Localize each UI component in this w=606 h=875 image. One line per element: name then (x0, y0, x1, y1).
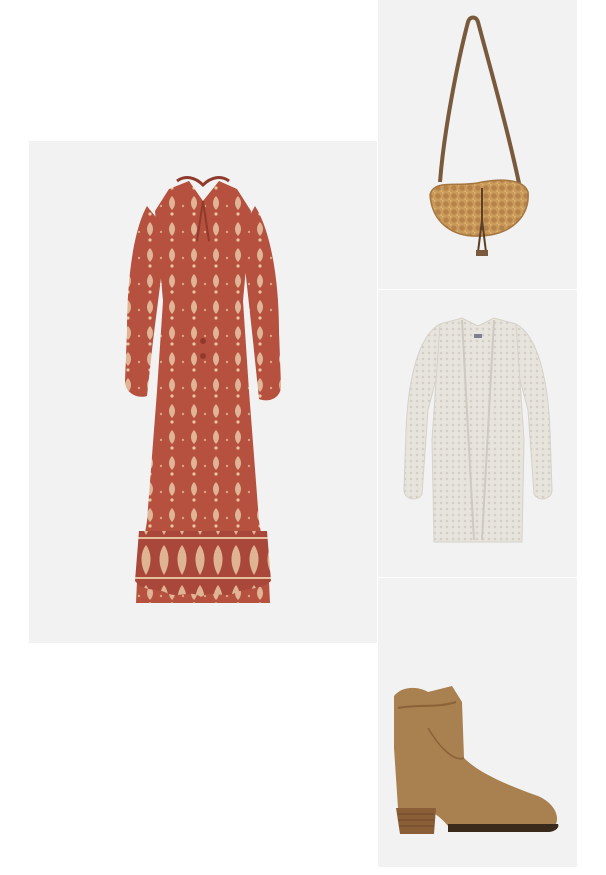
dress-product-tile[interactable] (29, 141, 377, 643)
bag-product-tile[interactable] (378, 0, 577, 289)
boot-product-tile[interactable] (378, 578, 577, 867)
bag-strap (438, 15, 522, 189)
dress-image (125, 176, 281, 603)
boot-image (394, 686, 559, 834)
bag-image (429, 15, 529, 256)
cardigan-image (403, 317, 553, 543)
bag-body (429, 179, 529, 237)
cardigan-body (431, 317, 525, 543)
boot-heel (396, 808, 436, 834)
dress-hem-ruffle (135, 531, 271, 597)
cardigan-product-tile[interactable] (378, 290, 577, 577)
